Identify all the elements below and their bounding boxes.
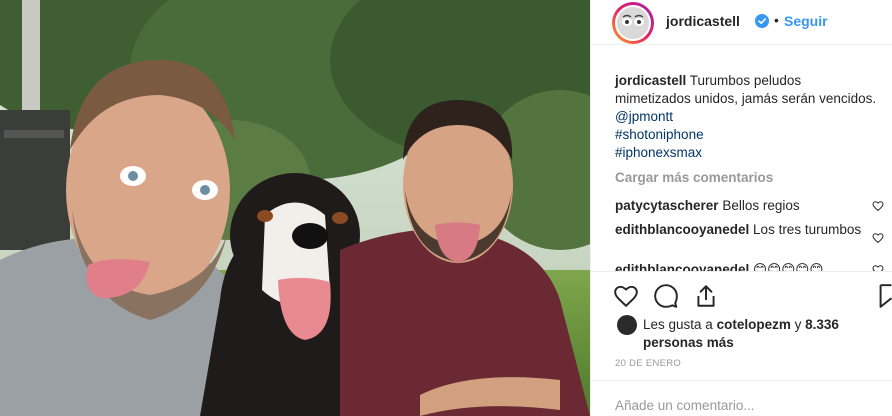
- add-comment-field[interactable]: Añade un comentario...: [591, 380, 892, 416]
- comment-item: edithblancooyanedel Los tres turumbos: [615, 221, 865, 239]
- story-ring[interactable]: [612, 2, 654, 44]
- avatar-face-icon: [617, 7, 649, 39]
- comments-section[interactable]: jordicastell Turumbos peludos mimetizado…: [591, 60, 892, 271]
- liker-avatar[interactable]: [617, 315, 637, 335]
- comment-text: Bellos regios: [722, 198, 800, 213]
- avatar[interactable]: [615, 5, 651, 41]
- post-photo[interactable]: [0, 0, 590, 416]
- likes-connector: y: [794, 317, 802, 332]
- post-side-panel: jordicastell • Seguir jordicastell Turum…: [590, 0, 892, 416]
- post-photo-illustration: [0, 0, 590, 416]
- save-bookmark-icon[interactable]: [879, 283, 892, 309]
- caption: jordicastell Turumbos peludos mimetizado…: [615, 72, 877, 162]
- caption-hashtag-link[interactable]: #shotoniphone: [615, 126, 877, 144]
- liker-username[interactable]: cotelopezm: [717, 317, 791, 332]
- share-icon[interactable]: [693, 283, 719, 309]
- comment-like-heart-icon[interactable]: [872, 232, 884, 244]
- load-more-comments-button[interactable]: Cargar más comentarios: [615, 170, 773, 185]
- comment-like-heart-icon[interactable]: [872, 200, 884, 212]
- likes-text: Les gusta a cotelopezm y 8.336 personas …: [643, 316, 873, 352]
- instagram-post: jordicastell • Seguir jordicastell Turum…: [0, 0, 892, 416]
- follow-button[interactable]: Seguir: [784, 13, 828, 29]
- add-comment-placeholder: Añade un comentario...: [615, 398, 755, 413]
- comment-username[interactable]: edithblancooyanedel: [615, 222, 749, 237]
- comment-item: patycytascherer Bellos regios: [615, 197, 865, 215]
- likes-summary: Les gusta a cotelopezm y 8.336 personas …: [591, 313, 892, 353]
- comment-text: Los tres turumbos: [753, 222, 862, 237]
- comment-like-heart-icon[interactable]: [872, 264, 884, 271]
- comment-bubble-icon[interactable]: [653, 283, 679, 309]
- comment-text: 😊😊😊😊😊: [753, 262, 824, 271]
- action-bar: [591, 271, 892, 319]
- comment-username[interactable]: edithblancooyanedel: [615, 262, 749, 271]
- caption-username[interactable]: jordicastell: [615, 73, 686, 88]
- likes-prefix: Les gusta a: [643, 317, 713, 332]
- separator-dot: •: [774, 12, 779, 28]
- verified-badge-icon: [755, 14, 769, 28]
- caption-hashtag-link[interactable]: #iphonexsmax: [615, 144, 877, 162]
- header-username[interactable]: jordicastell: [666, 13, 740, 29]
- like-heart-icon[interactable]: [613, 283, 639, 309]
- post-date[interactable]: 20 DE ENERO: [615, 358, 681, 369]
- caption-mention-link[interactable]: @jpmontt: [615, 108, 877, 126]
- comment-item: edithblancooyanedel 😊😊😊😊😊: [615, 261, 865, 271]
- comment-username[interactable]: patycytascherer: [615, 198, 719, 213]
- post-header: jordicastell • Seguir: [591, 0, 892, 45]
